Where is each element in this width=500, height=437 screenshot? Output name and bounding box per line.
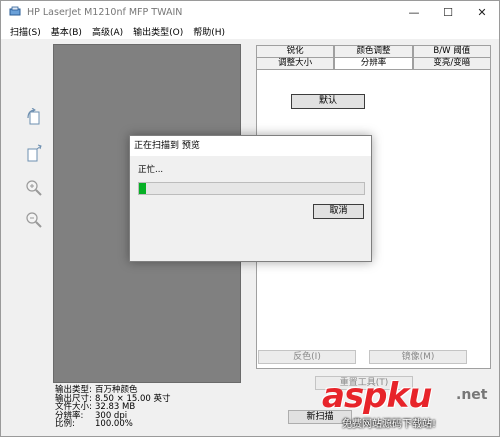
menu-help[interactable]: 帮助(H) — [188, 25, 230, 38]
tab-resize[interactable]: 调整大小 — [256, 57, 335, 69]
tab-row-1: 锐化 颜色调整 B/W 阈值 — [256, 45, 491, 57]
watermark-suffix: .net — [456, 387, 488, 403]
app-icon — [9, 6, 21, 16]
mirror-button[interactable]: 镜像(M) — [369, 350, 467, 364]
menu-scan[interactable]: 扫描(S) — [5, 25, 46, 38]
tab-row-2: 调整大小 分辨率 变亮/变暗 — [256, 57, 491, 69]
maximize-button[interactable]: ☐ — [431, 1, 465, 23]
scan-info: 输出类型: 百万种颜色 输出尺寸: 8.50 × 15.00 英寸 文件大小: … — [55, 386, 171, 429]
invert-button[interactable]: 反色(I) — [258, 350, 356, 364]
scan-progress-dialog: 正在扫描到 预览 正忙... 取消 — [129, 135, 372, 262]
progress-fill — [139, 183, 146, 194]
title-bar: HP LaserJet M1210nf MFP TWAIN — ☐ ✕ — [1, 1, 499, 23]
minimize-button[interactable]: — — [397, 1, 431, 23]
flip-page-icon[interactable] — [23, 143, 45, 165]
menu-advanced[interactable]: 高级(A) — [87, 25, 128, 38]
close-button[interactable]: ✕ — [465, 1, 499, 23]
info-label: 比例: — [55, 419, 75, 430]
watermark-tagline: 免费网站源码下载站! — [342, 419, 437, 430]
twain-window: HP LaserJet M1210nf MFP TWAIN — ☐ ✕ 扫描(S… — [0, 0, 500, 437]
zoom-in-icon[interactable] — [23, 177, 45, 199]
cancel-button[interactable]: 取消 — [313, 204, 364, 219]
site-watermark: aspku .net 免费网站源码下载站! — [320, 377, 495, 432]
zoom-out-icon[interactable] — [23, 209, 45, 231]
menu-basic[interactable]: 基本(B) — [46, 25, 87, 38]
info-value: 100.00% — [95, 419, 133, 430]
watermark-logo: aspku — [322, 376, 432, 416]
window-title: HP LaserJet M1210nf MFP TWAIN — [27, 6, 183, 18]
info-row: 比例: 100.00% — [55, 420, 171, 429]
default-button[interactable]: 默认 — [291, 94, 365, 109]
tab-color-adjust[interactable]: 颜色调整 — [334, 45, 413, 57]
tab-bw-threshold[interactable]: B/W 阈值 — [412, 45, 491, 57]
settings-tabs: 锐化 颜色调整 B/W 阈值 调整大小 分辨率 变亮/变暗 — [256, 45, 491, 69]
dialog-title: 正在扫描到 预览 — [130, 136, 371, 156]
tab-sharpen[interactable]: 锐化 — [256, 45, 335, 57]
rotate-page-icon[interactable] — [23, 107, 45, 129]
scan-progress-bar — [138, 182, 365, 195]
tab-resolution[interactable]: 分辨率 — [334, 57, 413, 69]
dialog-status: 正忙... — [138, 165, 164, 175]
menu-bar: 扫描(S) 基本(B) 高级(A) 输出类型(O) 帮助(H) — [1, 23, 499, 39]
menu-output-type[interactable]: 输出类型(O) — [128, 25, 188, 38]
tab-brightness[interactable]: 变亮/变暗 — [412, 57, 491, 69]
